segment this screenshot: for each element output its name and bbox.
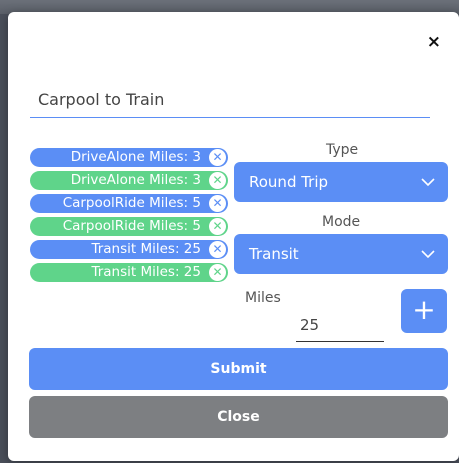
mode-label: Mode <box>322 214 361 230</box>
trip-chip: Transit Miles: 25 ✕ <box>30 263 228 282</box>
trip-chip: DriveAlone Miles: 3 ✕ <box>30 148 228 167</box>
miles-input[interactable]: 25 <box>296 310 384 342</box>
chip-label: CarpoolRide Miles: 5 <box>62 218 201 234</box>
chip-label: DriveAlone Miles: 3 <box>70 172 201 188</box>
type-value: Round Trip <box>249 173 329 191</box>
mode-select[interactable]: Transit <box>234 234 448 274</box>
chevron-down-icon <box>421 178 435 187</box>
remove-chip-icon[interactable]: ✕ <box>209 172 226 189</box>
trip-name-input[interactable]: Carpool to Train <box>30 82 430 118</box>
trip-chip: Transit Miles: 25 ✕ <box>30 240 228 259</box>
remove-chip-icon[interactable]: ✕ <box>209 241 226 258</box>
submit-button[interactable]: Submit <box>29 348 448 390</box>
chip-label: DriveAlone Miles: 3 <box>70 149 201 165</box>
type-select[interactable]: Round Trip <box>234 162 448 202</box>
trip-chip: DriveAlone Miles: 3 ✕ <box>30 171 228 190</box>
modal-dialog: × Carpool to Train DriveAlone Miles: 3 ✕… <box>8 12 459 461</box>
mode-value: Transit <box>249 245 299 263</box>
trip-name-value: Carpool to Train <box>38 90 165 109</box>
remove-chip-icon[interactable]: ✕ <box>209 264 226 281</box>
remove-chip-icon[interactable]: ✕ <box>209 195 226 212</box>
remove-chip-icon[interactable]: ✕ <box>209 218 226 235</box>
trip-chip-list: DriveAlone Miles: 3 ✕ DriveAlone Miles: … <box>30 148 230 286</box>
plus-icon: + <box>412 293 436 326</box>
miles-value: 25 <box>300 316 320 334</box>
type-label: Type <box>326 142 359 158</box>
chip-label: Transit Miles: 25 <box>91 241 201 257</box>
chevron-down-icon <box>421 250 435 259</box>
close-icon[interactable]: × <box>427 34 441 51</box>
add-trip-button[interactable]: + <box>401 289 447 333</box>
miles-label: Miles <box>245 290 281 306</box>
trip-chip: CarpoolRide Miles: 5 ✕ <box>30 217 228 236</box>
chip-label: Transit Miles: 25 <box>91 264 201 280</box>
close-button[interactable]: Close <box>29 396 448 438</box>
chip-label: CarpoolRide Miles: 5 <box>62 195 201 211</box>
remove-chip-icon[interactable]: ✕ <box>209 149 226 166</box>
trip-chip: CarpoolRide Miles: 5 ✕ <box>30 194 228 213</box>
